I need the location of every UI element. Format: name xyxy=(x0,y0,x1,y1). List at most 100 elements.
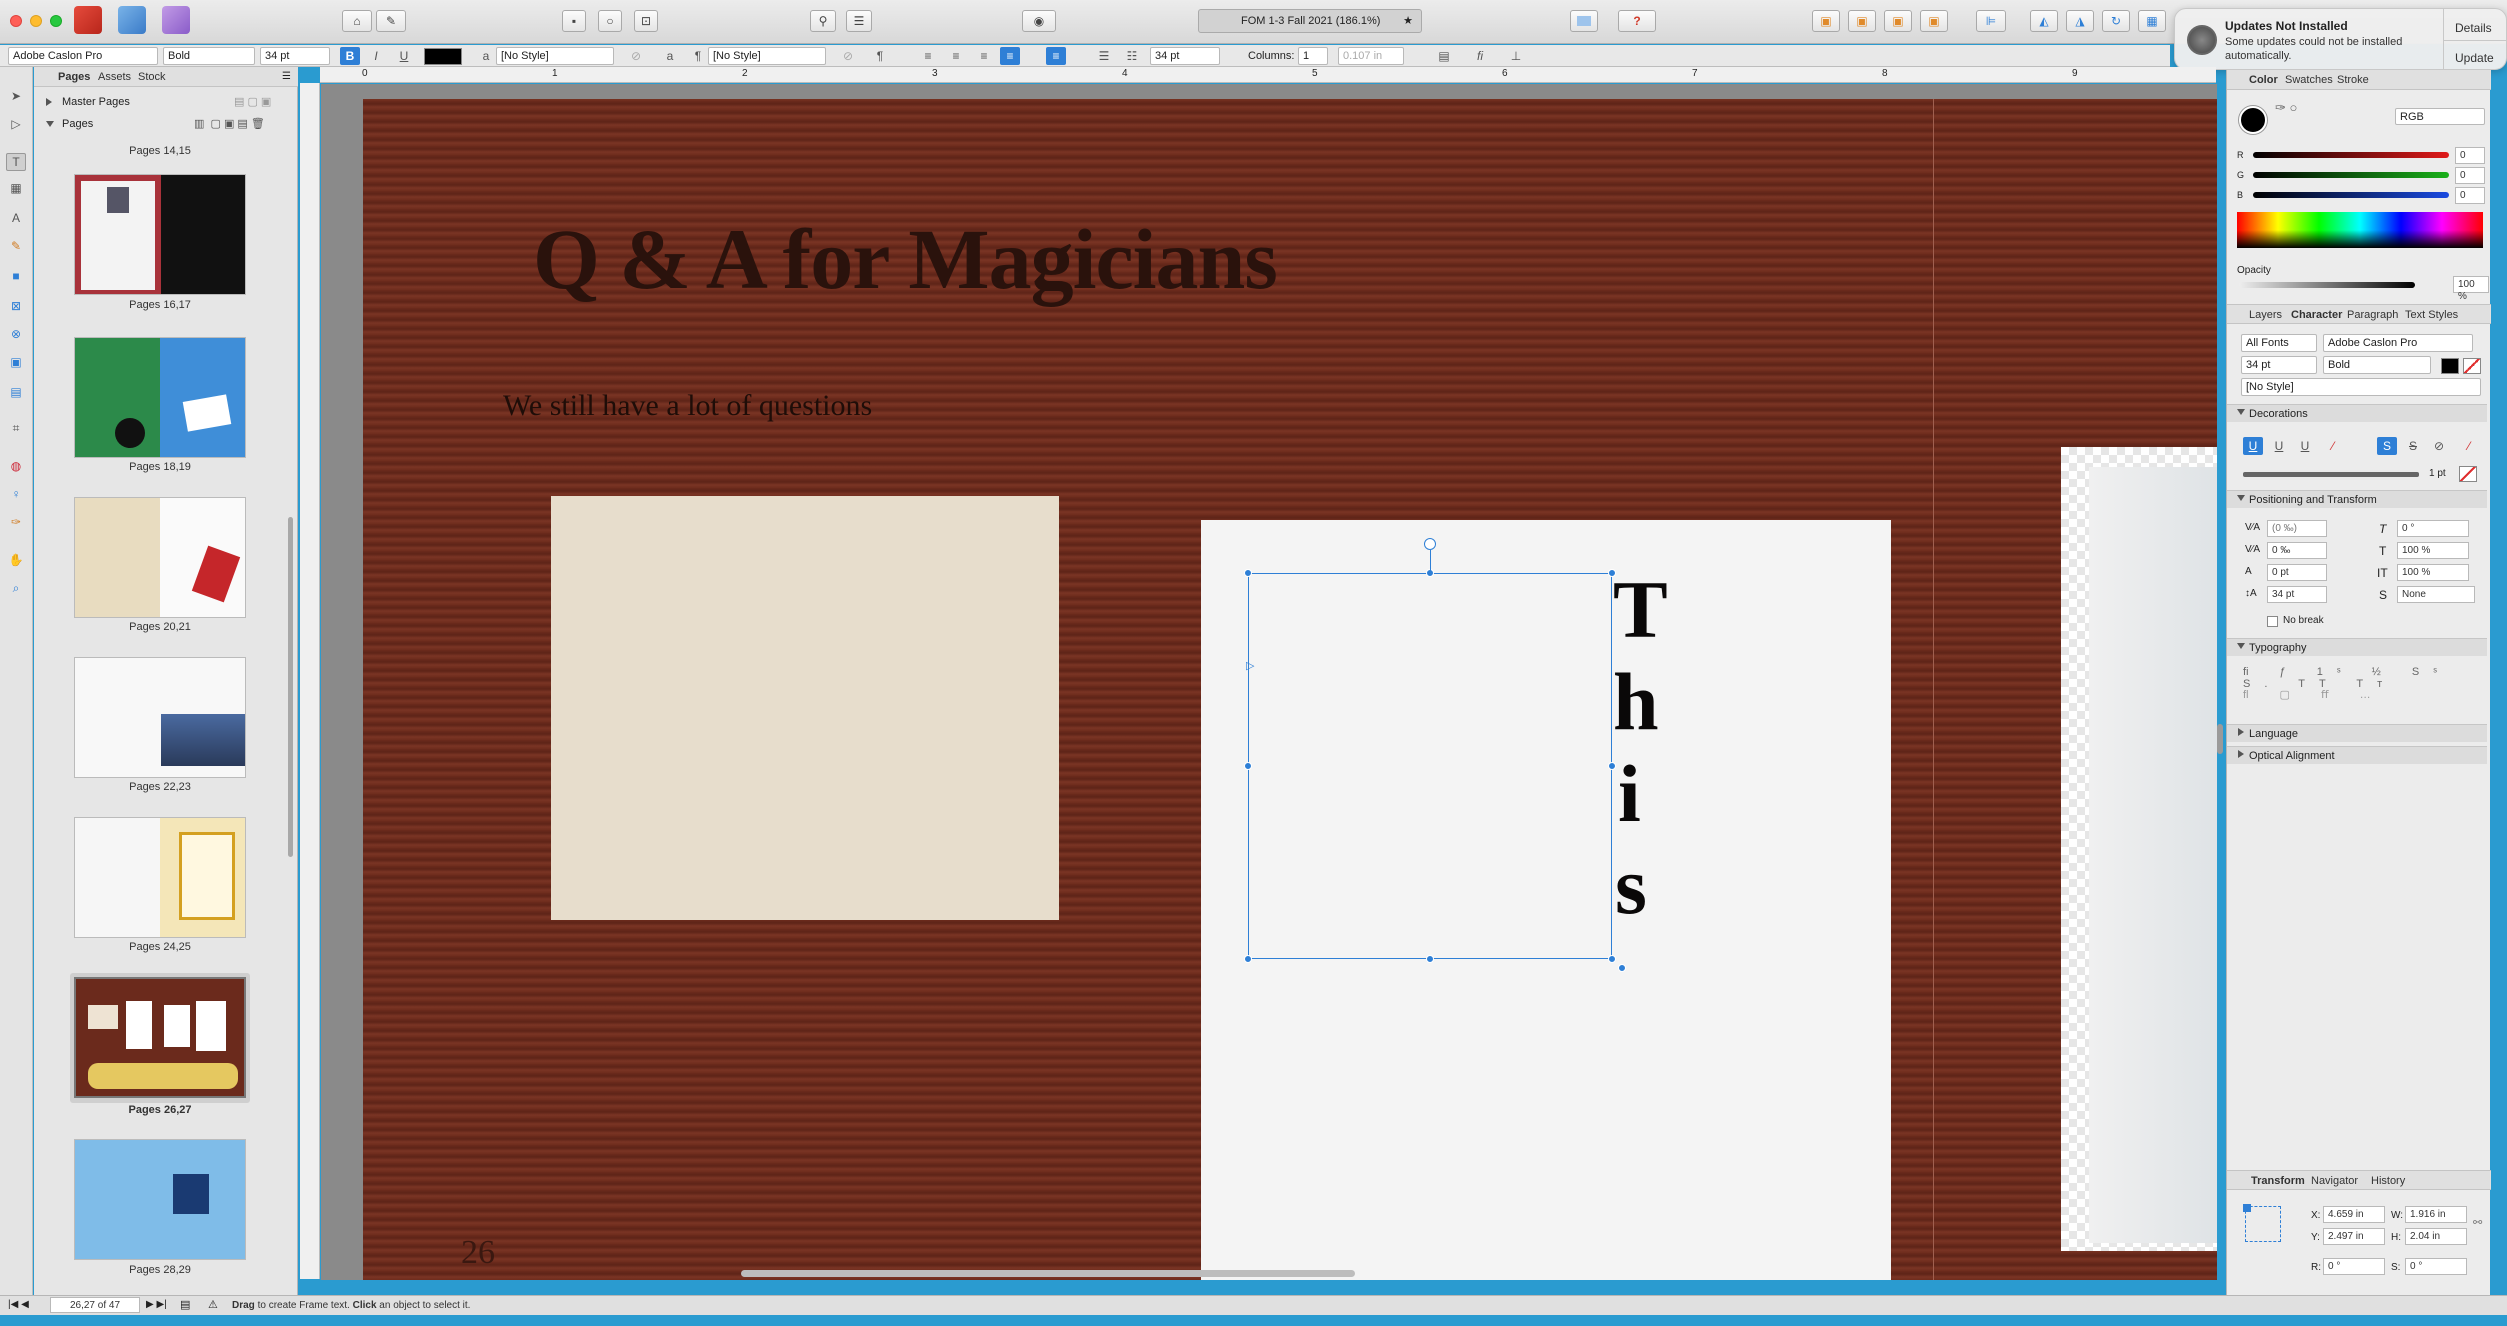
preflight-button[interactable]: ✎ xyxy=(376,10,406,32)
opacity-value[interactable]: 100 % xyxy=(2453,276,2489,302)
transparency-tool[interactable]: ♀ xyxy=(6,485,26,503)
update-button[interactable]: Update xyxy=(2455,51,2494,65)
place-image-tool[interactable]: ▣ xyxy=(6,353,26,371)
para-clear-icon[interactable]: ⊘ xyxy=(838,47,858,65)
tab-swatches[interactable]: Swatches xyxy=(2285,74,2333,86)
panel-font-size-select[interactable]: 34 pt xyxy=(2241,356,2317,374)
page-thumb-18-19[interactable] xyxy=(74,337,246,458)
language-header[interactable]: Language xyxy=(2227,724,2487,742)
align-button[interactable]: ⊫ xyxy=(1976,10,2006,32)
baseline-input[interactable]: 0 pt xyxy=(2267,564,2327,581)
decoration-stroke-weight[interactable]: 1 pt xyxy=(2429,468,2446,479)
blue-value[interactable]: 0 xyxy=(2455,187,2485,204)
flip-v-button[interactable]: ◮ xyxy=(2066,10,2094,32)
w-input[interactable]: 1.916 in xyxy=(2405,1206,2467,1223)
page-spread[interactable]: Q & A for Magicians We still have a lot … xyxy=(363,99,2217,1280)
zoom-tool[interactable]: ⌕ xyxy=(6,579,26,597)
red-value[interactable]: 0 xyxy=(2455,147,2485,164)
green-value[interactable]: 0 xyxy=(2455,167,2485,184)
preflight-status-icon[interactable]: ⚠ xyxy=(208,1298,218,1311)
decoration-none[interactable]: ⁄ xyxy=(2323,437,2343,455)
bold-button[interactable]: B xyxy=(340,47,360,65)
table-tool[interactable]: ▦ xyxy=(6,179,26,197)
page-thumb-20-21[interactable] xyxy=(74,497,246,618)
pencil-tool[interactable]: ✎ xyxy=(6,237,26,255)
snapping-button[interactable] xyxy=(1570,10,1598,32)
flip-h-button[interactable]: ◭ xyxy=(2030,10,2058,32)
fill-tool[interactable]: ◍ xyxy=(6,457,26,475)
frame-handle[interactable] xyxy=(1426,955,1434,963)
tab-stock[interactable]: Stock xyxy=(138,71,166,83)
paper-frame-right[interactable] xyxy=(2061,447,2217,1251)
opacity-slider[interactable] xyxy=(2239,282,2415,288)
baseline-grid-select[interactable]: None xyxy=(2397,586,2475,603)
eyedropper-icon[interactable]: ✑ ○ xyxy=(2275,100,2297,116)
frame-handle[interactable] xyxy=(1608,955,1616,963)
hscale-input[interactable]: 100 % xyxy=(2397,564,2469,581)
x-input[interactable]: 4.659 in xyxy=(2323,1206,2385,1223)
y-input[interactable]: 2.497 in xyxy=(2323,1228,2385,1245)
page-thumb-28-29[interactable] xyxy=(74,1139,246,1260)
close-window-button[interactable] xyxy=(10,15,22,27)
pages-scrollbar[interactable] xyxy=(288,517,293,857)
update-notification[interactable]: Updates Not Installed Some updates could… xyxy=(2174,8,2507,71)
frame-handle[interactable] xyxy=(1244,569,1252,577)
frame-handle[interactable] xyxy=(1244,762,1252,770)
leading-input[interactable]: 34 pt xyxy=(2267,586,2327,603)
panel-no-color[interactable] xyxy=(2463,358,2481,374)
frame-options-button[interactable]: ▤ xyxy=(1434,47,1454,65)
blue-slider[interactable] xyxy=(2253,192,2449,198)
details-button[interactable]: Details xyxy=(2455,21,2492,35)
zoom-window-button[interactable] xyxy=(50,15,62,27)
document-title-tab[interactable]: FOM 1-3 Fall 2021 (186.1%) ★ xyxy=(1198,9,1422,33)
tab-layers[interactable]: Layers xyxy=(2249,309,2282,321)
pin-button[interactable]: ⚲ xyxy=(810,10,836,32)
canvas-v-scrollbar[interactable] xyxy=(2217,724,2223,754)
canvas-area[interactable]: Q & A for Magicians We still have a lot … xyxy=(321,84,2217,1280)
pilcrow-icon[interactable]: ¶ xyxy=(870,47,890,65)
tab-text-styles[interactable]: Text Styles xyxy=(2405,309,2458,321)
baseline-grid-button[interactable]: ⊥ xyxy=(1506,47,1526,65)
para-style-select[interactable]: [No Style] xyxy=(708,47,826,65)
view-mode-button-3[interactable]: ⊡ xyxy=(634,10,658,32)
red-slider[interactable] xyxy=(2253,152,2449,158)
text-wrap-button[interactable]: ☰ xyxy=(846,10,872,32)
ellipse-frame-tool[interactable]: ⊗ xyxy=(6,325,26,343)
apply-style-icon[interactable]: a xyxy=(660,47,680,65)
kerning-input[interactable]: (0 ‰) xyxy=(2267,520,2327,537)
page-indicator[interactable]: 26,27 of 47 xyxy=(50,1297,140,1313)
hand-tool[interactable]: ✋ xyxy=(6,551,26,569)
frame-handle[interactable] xyxy=(1244,955,1252,963)
skew-input[interactable]: 0 ° xyxy=(2397,520,2469,537)
decorations-header[interactable]: Decorations xyxy=(2227,404,2487,422)
page-thumb-26-27[interactable] xyxy=(74,977,246,1098)
add-master-icon[interactable]: ▤ ▢ ▣ xyxy=(234,95,271,108)
green-slider[interactable] xyxy=(2253,172,2449,178)
columns-input[interactable]: 1 xyxy=(1298,47,1328,65)
tab-assets[interactable]: Assets xyxy=(98,71,131,83)
headline[interactable]: Q & A for Magicians xyxy=(533,209,1278,309)
paper-frame-left[interactable] xyxy=(551,496,1059,920)
tab-color[interactable]: Color xyxy=(2249,74,2278,86)
rotate-handle[interactable] xyxy=(1424,538,1436,550)
page-thumb-22-23[interactable] xyxy=(74,657,246,778)
more-button[interactable]: ▦ xyxy=(2138,10,2166,32)
vertical-align-button[interactable]: ≡ xyxy=(1046,47,1066,65)
underline-button[interactable]: U xyxy=(394,47,414,65)
no-break-checkbox[interactable] xyxy=(2267,616,2278,627)
picture-frame-tool[interactable]: ⊠ xyxy=(6,297,26,315)
font-size-select[interactable]: 34 pt xyxy=(260,47,330,65)
panel-font-family-select[interactable]: Adobe Caslon Pro xyxy=(2323,334,2473,352)
publisher-persona-icon[interactable] xyxy=(74,6,102,34)
char-style-select[interactable]: [No Style] xyxy=(496,47,614,65)
photo-persona-icon[interactable] xyxy=(118,6,146,34)
arrange-front-button[interactable]: ▣ xyxy=(1812,10,1840,32)
view-mode-button-1[interactable]: ▪ xyxy=(562,10,586,32)
fill-swatch[interactable] xyxy=(2239,106,2267,134)
number-list-button[interactable]: ☷ xyxy=(1122,47,1142,65)
typography-header[interactable]: Typography xyxy=(2227,638,2487,656)
panel-text-color[interactable] xyxy=(2441,358,2459,374)
font-collection-select[interactable]: All Fonts xyxy=(2241,334,2317,352)
typography-buttons-row1[interactable]: ﬁ ƒ 1ˢ ½ Sˢ S. TT Tт xyxy=(2243,666,2490,690)
canvas-h-scrollbar[interactable] xyxy=(741,1270,1355,1277)
